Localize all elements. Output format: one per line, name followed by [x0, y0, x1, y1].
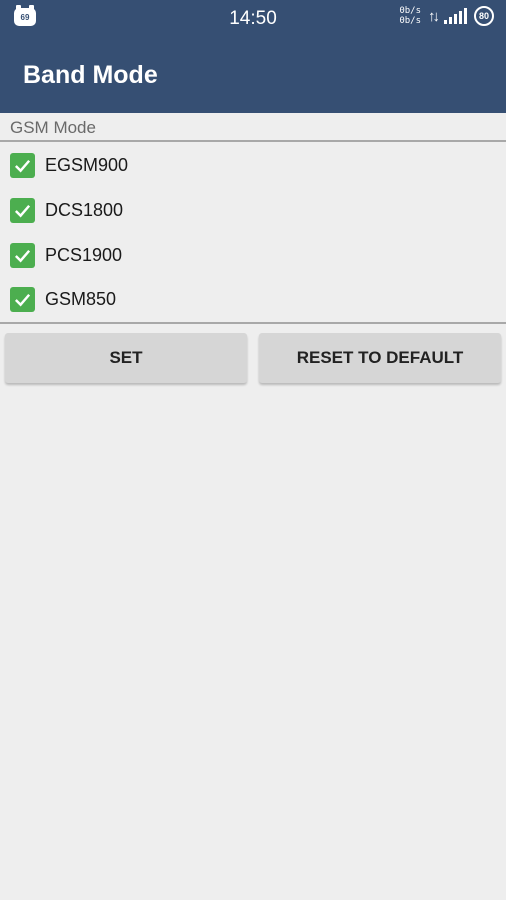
status-right: 0b/s 0b/s ↑↓ 80	[399, 6, 494, 26]
set-button[interactable]: SET	[5, 333, 247, 383]
band-label: DCS1800	[45, 199, 124, 220]
band-label: EGSM900	[45, 154, 129, 175]
status-bar: 69 14:50 0b/s 0b/s ↑↓ 80	[0, 0, 506, 36]
net-speed: 0b/s 0b/s	[399, 6, 421, 26]
battery-level: 80	[478, 11, 489, 21]
band-option-gsm850[interactable]: GSM850	[0, 277, 506, 321]
app-toolbar: Band Mode	[0, 36, 506, 113]
net-speed-up: 0b/s	[399, 6, 421, 16]
data-transfer-icon: ↑↓	[428, 7, 440, 25]
checkbox-checked-icon[interactable]	[10, 152, 35, 178]
band-label: PCS1900	[45, 244, 123, 265]
reset-to-default-button[interactable]: RESET TO DEFAULT	[259, 333, 501, 383]
band-option-dcs1800[interactable]: DCS1800	[0, 188, 506, 232]
band-option-egsm900[interactable]: EGSM900	[0, 143, 506, 187]
battery-icon: 80	[474, 6, 494, 26]
band-label: GSM850	[45, 288, 117, 309]
list-bottom-divider	[0, 322, 506, 324]
section-divider	[0, 140, 506, 142]
page-title: Band Mode	[23, 61, 158, 89]
checkbox-checked-icon[interactable]	[10, 286, 35, 312]
checkbox-checked-icon[interactable]	[10, 242, 35, 268]
band-option-pcs1900[interactable]: PCS1900	[0, 233, 506, 277]
signal-strength-icon	[444, 8, 467, 24]
net-speed-down: 0b/s	[399, 16, 421, 26]
section-header-gsm-mode: GSM Mode	[10, 118, 96, 137]
checkbox-checked-icon[interactable]	[10, 197, 35, 223]
